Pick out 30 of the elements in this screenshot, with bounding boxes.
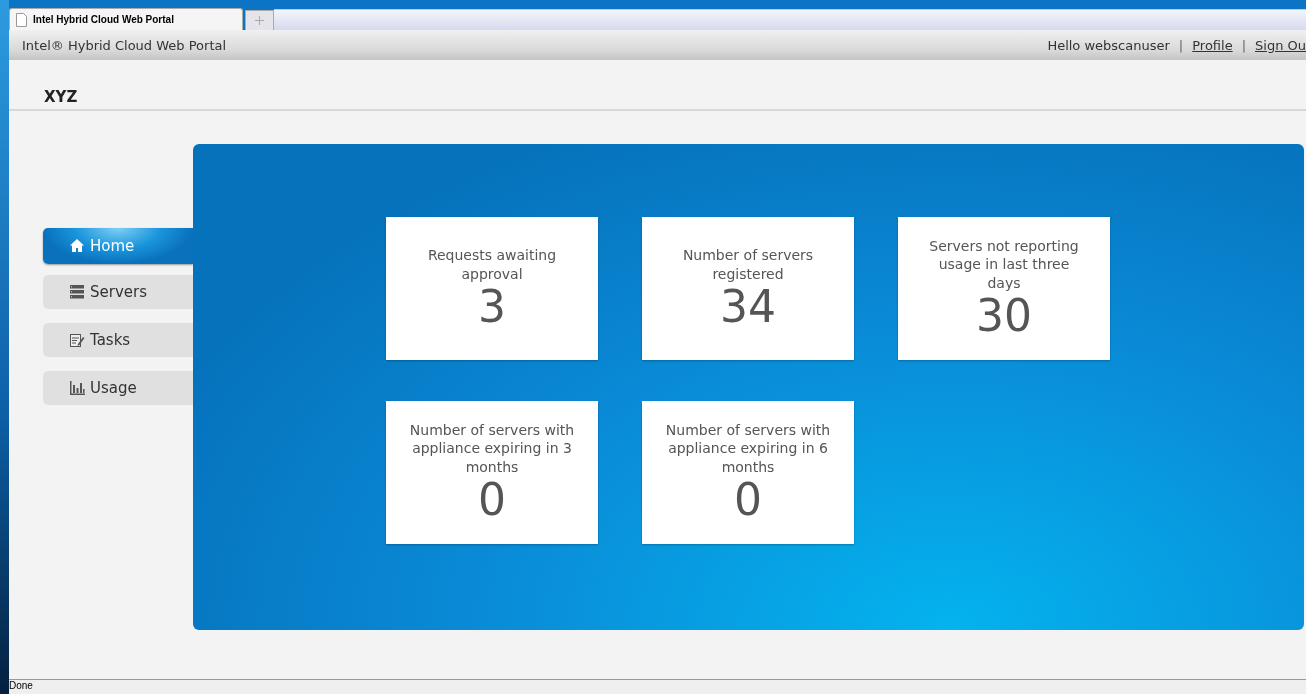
- portal-title: Intel® Hybrid Cloud Web Portal: [22, 37, 227, 53]
- page-title: XYZ: [44, 88, 78, 106]
- home-icon: [69, 238, 85, 254]
- bar-chart-icon: [69, 380, 85, 396]
- new-tab-button[interactable]: [245, 10, 274, 30]
- stat-label: Requests awaiting approval: [426, 246, 558, 283]
- greeting-text: Hello webscanuser: [1047, 37, 1170, 53]
- server-icon: [69, 284, 85, 300]
- stat-value: 30: [976, 292, 1032, 341]
- stat-label: Number of servers with appliance expiring in 6 months: [664, 420, 832, 477]
- stat-value: 0: [734, 476, 762, 525]
- tab-title: Intel Hybrid Cloud Web Portal: [33, 14, 174, 25]
- nav-item[interactable]: Servers: [43, 275, 193, 309]
- notepad-icon: [69, 332, 85, 348]
- nav-item[interactable]: Tasks: [43, 323, 193, 357]
- stat-value: 3: [478, 283, 506, 331]
- separator: |: [1241, 37, 1247, 53]
- plus-icon: [255, 16, 264, 25]
- stat-value: 0: [478, 476, 506, 525]
- stat-label: Servers not reporting usage in last three days: [928, 236, 1080, 293]
- separator: |: [1178, 37, 1184, 53]
- stat-label: Number of servers with appliance expiring in 3 months: [408, 420, 576, 477]
- status-text: Done: [9, 680, 33, 691]
- stat-label: Number of servers registered: [681, 246, 815, 283]
- sign-out-link[interactable]: Sign Ou: [1255, 37, 1306, 53]
- browser-tab[interactable]: Intel Hybrid Cloud Web Portal: [9, 8, 243, 30]
- page-icon: [16, 12, 27, 27]
- profile-link[interactable]: Profile: [1192, 37, 1233, 53]
- nav-item[interactable]: Usage: [43, 371, 193, 405]
- stat-value: 34: [720, 283, 776, 331]
